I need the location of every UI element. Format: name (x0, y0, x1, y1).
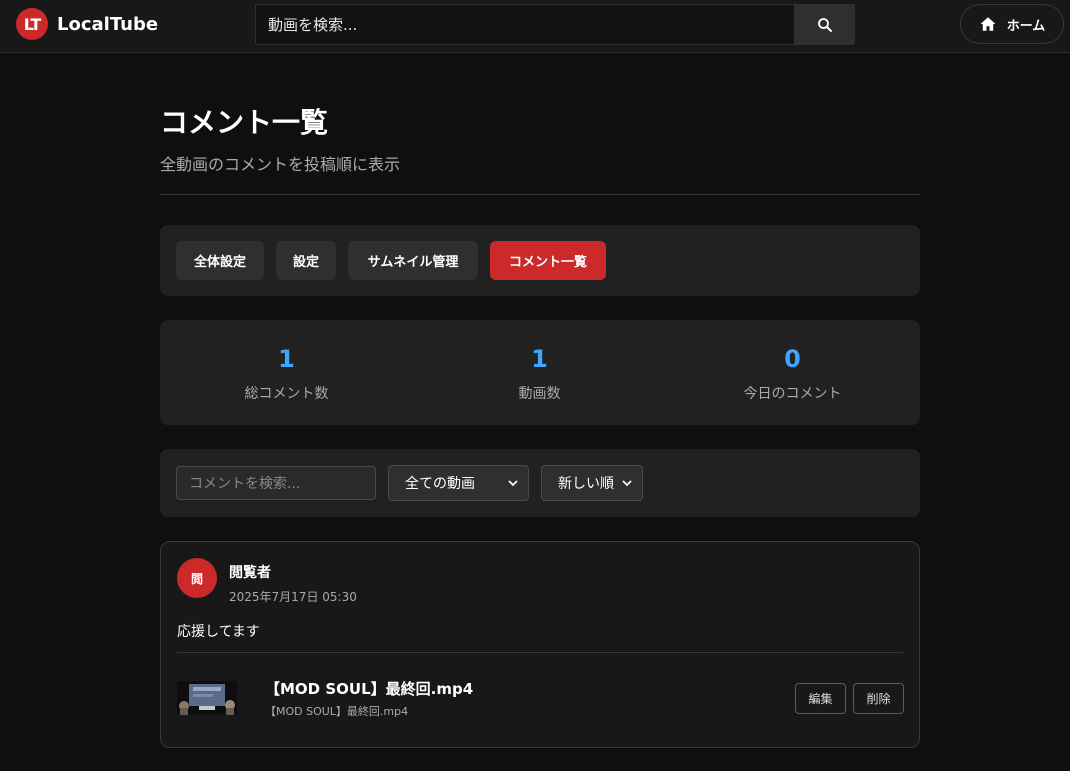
filter-panel: コメントを検索... 全ての動画 新しい順 (160, 449, 920, 517)
comment-author: 閲覧者 (229, 565, 271, 581)
nav-thumbnail-button[interactable]: サムネイル管理 (348, 241, 478, 280)
delete-button[interactable]: 削除 (853, 683, 904, 714)
comment-text: 応援してます (177, 624, 260, 640)
stat-value: 0 (784, 345, 801, 373)
stat-label: 動画数 (518, 386, 561, 402)
divider (160, 194, 920, 195)
stat-value: 1 (531, 345, 548, 373)
logo[interactable]: LT LocalTube (16, 8, 158, 40)
stat-value: 1 (278, 345, 295, 373)
video-filter-select[interactable]: 全ての動画 (388, 465, 529, 501)
sort-select[interactable]: 新しい順 (541, 465, 643, 501)
top-header: LT LocalTube 動画を検索... ホーム (0, 0, 1070, 53)
stat-label: 今日のコメント (743, 386, 842, 402)
stat-label: 総コメント数 (244, 386, 329, 402)
home-button[interactable]: ホーム (960, 4, 1064, 44)
home-label: ホーム (1006, 18, 1046, 34)
stat-today-comments: 0 今日のコメント (666, 320, 919, 425)
stat-total-comments: 1 総コメント数 (160, 320, 413, 425)
stat-video-count: 1 動画数 (413, 320, 666, 425)
video-title-link[interactable]: 【MOD SOUL】最終回.mp4 (265, 678, 473, 699)
page-subtitle: 全動画のコメントを投稿順に表示 (160, 155, 401, 174)
thumbnail-image (177, 681, 237, 715)
logo-mark: LT (16, 8, 48, 40)
nav-comments-button[interactable]: コメント一覧 (490, 241, 606, 280)
video-filter-value: 全ての動画 (405, 476, 475, 492)
chevron-down-icon (508, 480, 518, 487)
video-filename: 【MOD SOUL】最終回.mp4 (265, 705, 409, 718)
comment-search-placeholder: コメントを検索... (189, 476, 301, 492)
comment-timestamp: 2025年7月17日 05:30 (229, 590, 357, 604)
admin-nav: 全体設定 設定 サムネイル管理 コメント一覧 (160, 225, 920, 296)
stats-panel: 1 総コメント数 1 動画数 0 今日のコメント (160, 320, 920, 425)
sort-value: 新しい順 (558, 476, 614, 492)
search-icon (817, 17, 832, 32)
video-thumbnail[interactable] (177, 681, 237, 715)
search-input[interactable]: 動画を検索... (255, 4, 794, 45)
nav-settings-button[interactable]: 設定 (276, 241, 336, 280)
card-divider (177, 652, 903, 653)
page-title: コメント一覧 (160, 106, 329, 139)
comment-search-input[interactable]: コメントを検索... (176, 466, 376, 500)
home-icon (980, 17, 996, 31)
logo-text: LocalTube (57, 13, 159, 35)
avatar: 閲 (177, 558, 217, 598)
edit-button[interactable]: 編集 (795, 683, 846, 714)
chevron-down-icon (622, 480, 632, 487)
nav-general-settings-button[interactable]: 全体設定 (176, 241, 264, 280)
search-button[interactable] (794, 4, 855, 45)
search-placeholder: 動画を検索... (268, 16, 358, 34)
comment-card: 閲 閲覧者 2025年7月17日 05:30 応援してます 【MOD SOUL】… (160, 541, 920, 748)
